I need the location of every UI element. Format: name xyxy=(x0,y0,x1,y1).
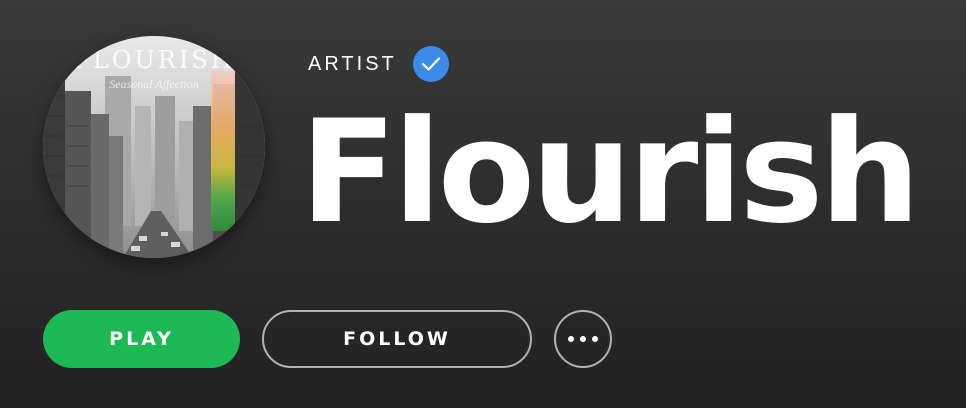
artist-name: Flourish xyxy=(300,90,921,255)
more-options-button[interactable] xyxy=(554,310,612,368)
action-bar: PLAY FOLLOW xyxy=(43,310,612,368)
artwork-title-text: FLOURISH xyxy=(73,46,235,74)
artist-avatar: FLOURISH Seasonal Affection xyxy=(43,36,265,258)
follow-button-label: FOLLOW xyxy=(343,328,451,350)
more-horizontal-icon-dot xyxy=(580,336,586,342)
verified-badge-icon xyxy=(412,46,449,82)
artwork-subtitle-text: Seasonal Affection xyxy=(109,77,199,91)
artist-meta: ARTIST xyxy=(308,46,449,82)
more-horizontal-icon-dot xyxy=(592,336,598,342)
more-horizontal-icon-dot xyxy=(568,336,574,342)
artist-header: FLOURISH Seasonal Affection ARTIST Flour… xyxy=(0,0,966,290)
artist-type-label: ARTIST xyxy=(308,52,397,75)
play-button[interactable]: PLAY xyxy=(43,310,240,368)
follow-button[interactable]: FOLLOW xyxy=(262,310,532,368)
play-button-label: PLAY xyxy=(109,328,174,350)
